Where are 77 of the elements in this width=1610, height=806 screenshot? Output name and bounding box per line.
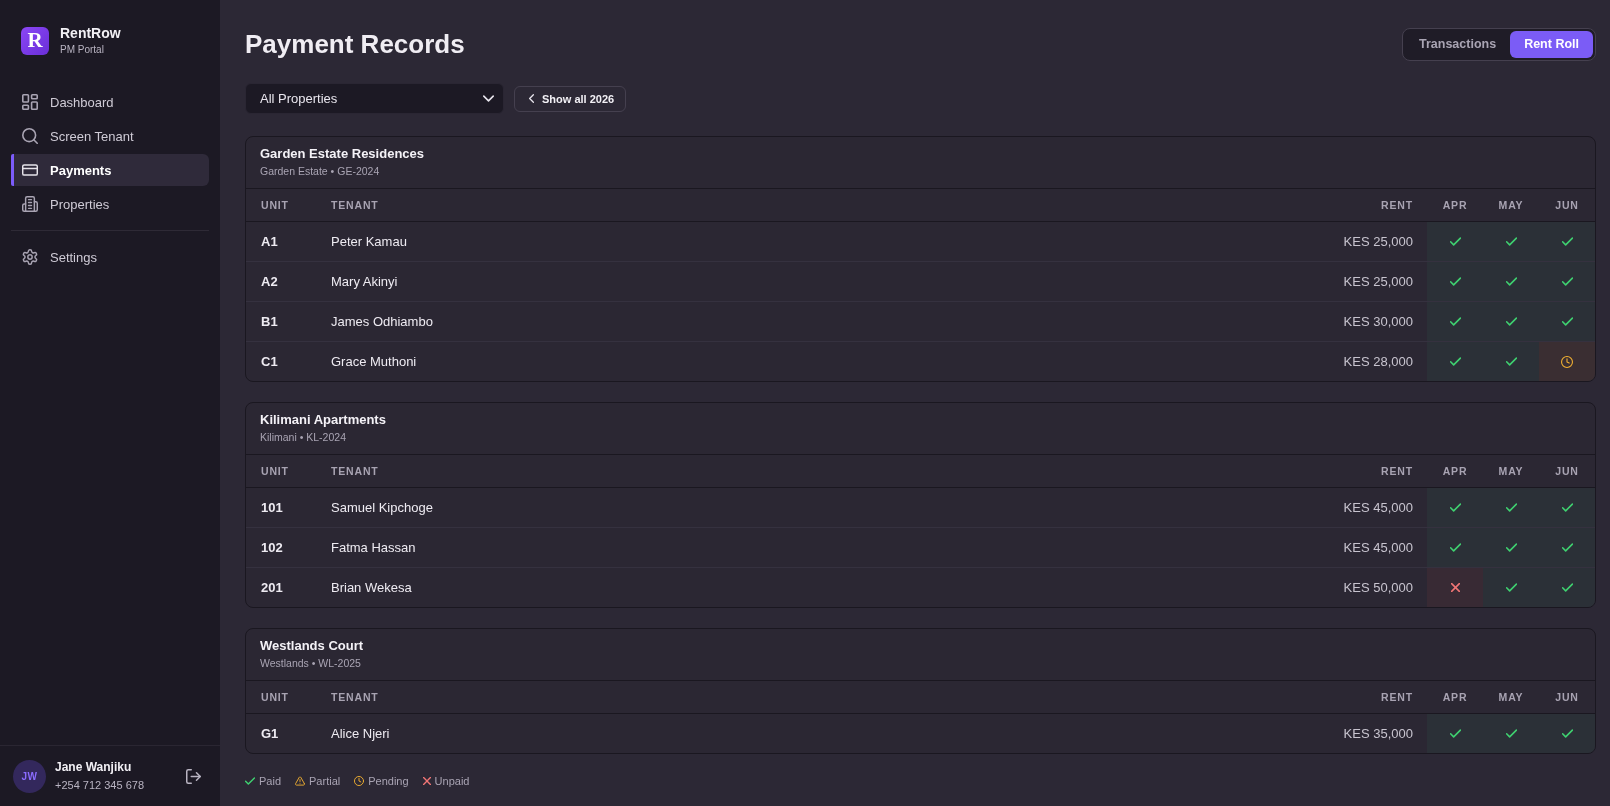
- column-header: JUN: [1554, 198, 1580, 213]
- column-header: TENANT: [331, 198, 380, 213]
- logout-icon: [186, 768, 201, 784]
- column-header: UNIT: [260, 690, 290, 705]
- tenant-cell-text: Brian Wekesa: [331, 579, 413, 597]
- brand-subtitle: PM Portal: [60, 43, 105, 56]
- column-header: MAY: [1497, 690, 1525, 705]
- property-subtitle: Garden Estate • GE-2024: [260, 164, 381, 178]
- settings-icon: [22, 249, 38, 265]
- unit-cell-text: G1: [260, 725, 280, 743]
- tenant-cell-text: Peter Kamau: [331, 233, 408, 251]
- legend-label: Paid: [259, 775, 282, 787]
- user-name: Jane Wanjiku: [55, 760, 133, 775]
- chevron-down-icon: [483, 95, 494, 102]
- credit-card-icon: [22, 162, 38, 178]
- column-header: RENT: [1380, 690, 1414, 705]
- legend-label: Partial: [309, 775, 341, 787]
- nav-item[interactable]: Payments: [11, 154, 209, 186]
- rent-cell-text: KES 45,000: [1342, 539, 1414, 557]
- rent-cell-text: KES 25,000: [1342, 233, 1414, 251]
- property-subtitle: Kilimani • KL-2024: [260, 430, 347, 444]
- column-header: JUN: [1554, 464, 1580, 479]
- user-avatar: JW: [13, 759, 46, 793]
- unit-cell-text: C1: [260, 353, 279, 371]
- user-phone: +254 712 345 678: [55, 778, 145, 792]
- column-header: UNIT: [260, 198, 290, 213]
- column-header: JUN: [1554, 690, 1580, 705]
- show-all-button[interactable]: Show all 2026: [514, 85, 627, 112]
- unit-cell-text: 201: [260, 579, 284, 597]
- column-header: UNIT: [260, 464, 290, 479]
- unit-cell-text: 102: [260, 539, 284, 557]
- column-header: MAY: [1497, 464, 1525, 479]
- nav-item[interactable]: Properties: [11, 188, 209, 220]
- nav-item[interactable]: Screen Tenant: [11, 120, 209, 152]
- tenant-cell-text: Samuel Kipchoge: [331, 499, 434, 517]
- legend-label: Unpaid: [434, 775, 470, 787]
- tenant-cell-text: Grace Muthoni: [331, 353, 418, 371]
- column-header: MAY: [1497, 198, 1525, 213]
- column-header: RENT: [1380, 198, 1414, 213]
- column-header: RENT: [1380, 464, 1414, 479]
- rent-cell-text: KES 45,000: [1342, 499, 1414, 517]
- legend-label: Pending: [368, 775, 409, 787]
- logo-mark: R: [21, 26, 49, 55]
- dashboard-grid-icon: [22, 94, 38, 110]
- rent-cell-text: KES 50,000: [1342, 579, 1414, 597]
- search-icon: [22, 128, 38, 144]
- view-tab[interactable]: Rent Roll: [1510, 30, 1593, 58]
- view-tab[interactable]: Transactions: [1405, 30, 1511, 58]
- property-name: Kilimani Apartments: [260, 412, 387, 428]
- property-name: Westlands Court: [260, 638, 365, 654]
- logout-button[interactable]: [186, 768, 201, 784]
- unit-cell-text: A2: [260, 273, 279, 291]
- unit-cell-text: 101: [260, 499, 284, 517]
- building-icon: [22, 196, 38, 212]
- rent-cell-text: KES 35,000: [1342, 725, 1414, 743]
- tenant-cell-text: Alice Njeri: [331, 725, 391, 743]
- property-name: Garden Estate Residences: [260, 146, 426, 162]
- column-header: TENANT: [331, 464, 380, 479]
- column-header: APR: [1441, 690, 1469, 705]
- rent-cell-text: KES 28,000: [1342, 353, 1414, 371]
- tenant-cell-text: Fatma Hassan: [331, 539, 417, 557]
- property-select[interactable]: All Properties: [245, 83, 504, 114]
- unit-cell-text: A1: [260, 233, 279, 251]
- nav-item[interactable]: Dashboard: [11, 86, 209, 118]
- column-header: APR: [1441, 464, 1469, 479]
- column-header: TENANT: [331, 690, 380, 705]
- rent-cell-text: KES 25,000: [1342, 273, 1414, 291]
- page-title: Payment Records: [245, 28, 465, 60]
- chevron-left-icon: [529, 94, 534, 103]
- property-subtitle: Westlands • WL-2025: [260, 656, 362, 670]
- nav-item[interactable]: Settings: [11, 241, 209, 273]
- column-header: APR: [1441, 198, 1469, 213]
- tenant-cell-text: Mary Akinyi: [331, 273, 399, 291]
- tenant-cell-text: James Odhiambo: [331, 313, 434, 331]
- brand-name: RentRow: [60, 25, 121, 42]
- unit-cell-text: B1: [260, 313, 279, 331]
- rent-cell-text: KES 30,000: [1342, 313, 1414, 331]
